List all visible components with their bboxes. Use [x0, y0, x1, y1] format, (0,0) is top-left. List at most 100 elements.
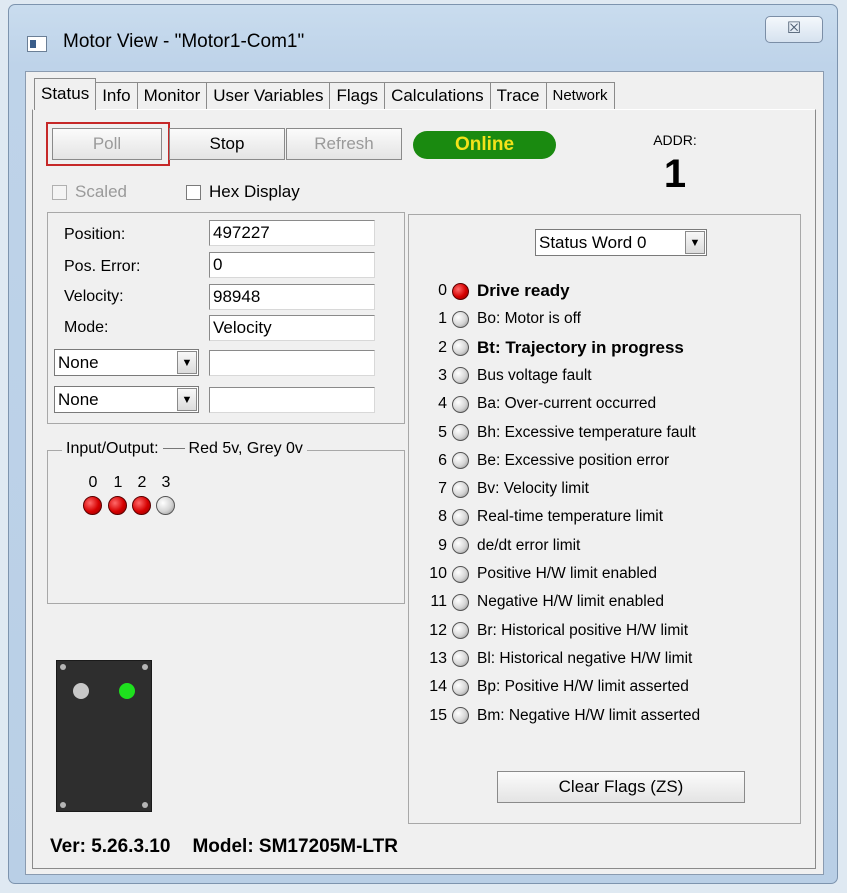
aux-select-1[interactable]: None ▼: [54, 349, 199, 376]
status-bit-number: 4: [438, 395, 447, 413]
tab-calculations[interactable]: Calculations: [384, 82, 491, 110]
status-bit-label: Bus voltage fault: [477, 366, 592, 384]
status-bit-row: 2 Bt: Trajectory in progress: [409, 334, 684, 362]
status-bit-label: Br: Historical positive H/W limit: [477, 621, 688, 639]
status-bit-row: 15 Bm: Negative H/W limit asserted: [409, 702, 700, 730]
status-bit-row: 1 Bo: Motor is off: [409, 305, 581, 333]
status-bit-row: 6 Be: Excessive position error: [409, 447, 669, 475]
chevron-down-icon[interactable]: ▼: [177, 351, 197, 374]
status-led-icon: [452, 339, 469, 357]
velocity-label: Velocity:: [64, 288, 124, 305]
aux-select-2-value: None: [58, 390, 99, 409]
status-bit-label: Bl: Historical negative H/W limit: [477, 649, 693, 667]
refresh-button[interactable]: Refresh: [286, 128, 402, 160]
status-bit-row: 5 Bh: Excessive temperature fault: [409, 419, 696, 447]
status-bit-row: 9 de/dt error limit: [409, 532, 580, 560]
tab-monitor[interactable]: Monitor: [136, 82, 208, 110]
chevron-down-icon[interactable]: ▼: [685, 231, 705, 254]
title-bar[interactable]: Motor View - "Motor1-Com1" ☒: [9, 5, 837, 71]
status-bit-row: 8 Real-time temperature limit: [409, 503, 663, 531]
stop-button[interactable]: Stop: [169, 128, 285, 160]
position-field[interactable]: 497227: [209, 220, 375, 246]
status-led-icon: [452, 707, 469, 724]
aux-field-2[interactable]: [209, 387, 375, 413]
scaled-checkbox[interactable]: [52, 184, 67, 200]
hex-display-label: Hex Display: [209, 182, 300, 201]
status-bit-number: 1: [438, 310, 447, 328]
device-status-led: [73, 683, 89, 699]
poll-highlight-box: [46, 122, 170, 166]
status-led-icon: [452, 452, 469, 470]
status-led-icon: [452, 537, 469, 555]
version-info: Ver: 5.26.3.10 Model: SM17205M-LTR: [50, 836, 398, 858]
hex-display-checkbox[interactable]: [186, 184, 201, 200]
status-bit-label: Bv: Velocity limit: [477, 480, 589, 498]
status-bit-row: 4 Ba: Over-current occurred: [409, 390, 656, 418]
io-led-0: [83, 496, 102, 515]
tab-user-variables[interactable]: User Variables: [206, 82, 331, 110]
hex-display-checkbox-row[interactable]: Hex Display: [186, 182, 300, 202]
status-bit-number: 0: [438, 282, 447, 299]
status-bit-row: 11 Negative H/W limit enabled: [409, 588, 664, 616]
io-num-3: 3: [161, 474, 171, 491]
status-bit-number: 9: [438, 536, 447, 554]
aux-select-2[interactable]: None ▼: [54, 386, 199, 413]
mode-field[interactable]: Velocity: [209, 315, 375, 341]
window-title: Motor View - "Motor1-Com1": [63, 31, 305, 52]
status-bit-label: Bo: Motor is off: [477, 310, 581, 328]
status-bit-label: Bm: Negative H/W limit asserted: [477, 706, 701, 724]
status-bit-label: Bt: Trajectory in progress: [477, 337, 684, 357]
status-led-icon: [452, 593, 469, 611]
io-num-0: 0: [88, 474, 98, 491]
status-bit-label: de/dt error limit: [477, 536, 581, 554]
status-bit-number: 3: [438, 366, 447, 384]
device-screw: [60, 664, 66, 670]
client-area: Status Info Monitor User Variables Flags…: [25, 71, 824, 875]
status-led-icon: [452, 650, 469, 668]
io-num-1: 1: [113, 474, 123, 491]
status-bit-label: Bh: Excessive temperature fault: [477, 423, 696, 441]
io-legend: Input/Output: Red 5v, Grey 0v: [62, 440, 307, 458]
tab-status[interactable]: Status: [34, 78, 97, 110]
legend-divider: [162, 448, 185, 450]
status-bit-number: 13: [429, 649, 447, 667]
status-led-icon: [452, 367, 469, 385]
chevron-down-icon[interactable]: ▼: [177, 388, 197, 411]
motor-view-window: Motor View - "Motor1-Com1" ☒ Status Info…: [8, 4, 838, 884]
io-legend-title: Input/Output:: [66, 440, 159, 457]
status-bit-label: Bp: Positive H/W limit asserted: [477, 678, 689, 696]
io-led-1: [108, 496, 127, 515]
status-bit-number: 11: [430, 593, 447, 611]
aux-field-1[interactable]: [209, 350, 375, 376]
tab-flags[interactable]: Flags: [329, 82, 386, 110]
status-led-icon: [452, 282, 469, 300]
status-word-panel: Status Word 0 ▼ 0 Drive ready 1 Bo: Motor i…: [408, 214, 801, 824]
online-status-badge: Online: [413, 131, 556, 159]
status-bit-row: 14 Bp: Positive H/W limit asserted: [409, 673, 689, 701]
status-led-icon: [452, 424, 469, 441]
clear-flags-button[interactable]: Clear Flags (ZS): [497, 771, 745, 803]
pos-error-field[interactable]: 0: [209, 252, 375, 278]
status-bit-number: 14: [429, 678, 447, 696]
status-bit-number: 15: [429, 706, 447, 724]
status-word-select[interactable]: Status Word 0 ▼: [535, 229, 707, 256]
status-bit-label: Negative H/W limit enabled: [477, 593, 664, 611]
velocity-field[interactable]: 98948: [209, 284, 375, 310]
tab-strip: Status Info Monitor User Variables Flags…: [34, 78, 615, 110]
status-bit-label: Positive H/W limit enabled: [477, 565, 658, 582]
scaled-checkbox-row[interactable]: Scaled: [52, 182, 127, 202]
io-legend-desc: Red 5v, Grey 0v: [188, 440, 303, 457]
status-bit-row: 7 Bv: Velocity limit: [409, 475, 589, 503]
status-led-icon: [452, 622, 469, 640]
status-bit-row: 12 Br: Historical positive H/W limit: [409, 617, 688, 645]
device-screw: [142, 664, 148, 670]
status-bit-row: 13 Bl: Historical negative H/W limit: [409, 645, 692, 673]
status-bit-number: 7: [438, 480, 447, 498]
close-button[interactable]: ☒: [765, 16, 823, 43]
status-led-icon: [452, 480, 469, 498]
tab-info[interactable]: Info: [95, 82, 138, 110]
status-bit-label: Drive ready: [477, 281, 570, 300]
tab-trace[interactable]: Trace: [489, 82, 547, 110]
tab-network[interactable]: Network: [545, 82, 615, 110]
device-screw: [142, 802, 148, 808]
